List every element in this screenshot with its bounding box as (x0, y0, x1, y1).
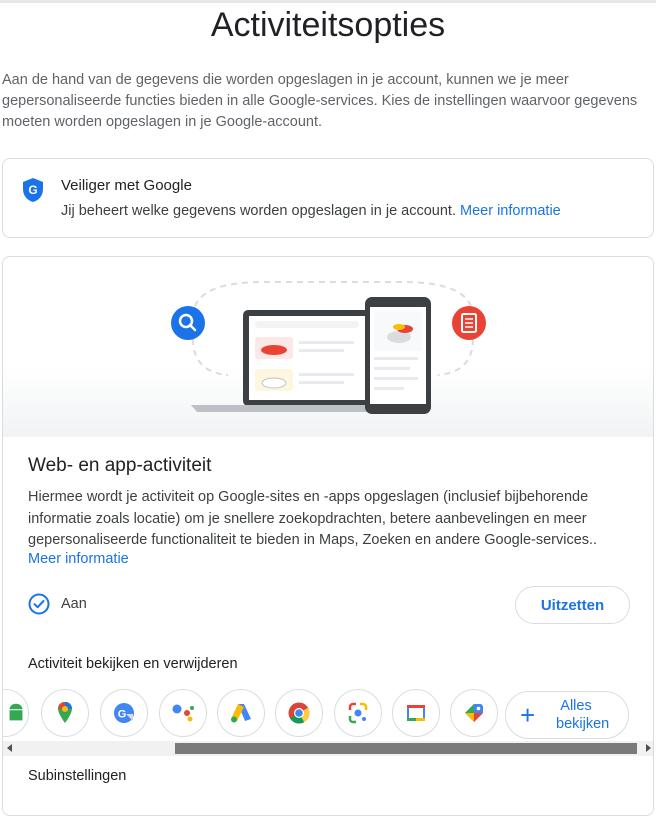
activity-more-info-link[interactable]: Meer informatie (28, 551, 129, 567)
scroll-left-arrow-icon[interactable] (7, 744, 12, 752)
app-chrome-button[interactable] (275, 689, 323, 737)
activity-status: Aan (61, 596, 87, 612)
description-line: informatie zoals locatie) om je snellere… (28, 510, 587, 527)
safer-card-title: Veiliger met Google (61, 177, 192, 194)
app-icon-strip: G + Alles bekijken (3, 689, 653, 741)
svg-text:G: G (28, 183, 37, 197)
web-app-activity-card: Web- en app-activiteit Hiermee wordt je … (2, 256, 654, 816)
maps-icon (58, 702, 72, 723)
safer-card-text: Jij beheert welke gegevens worden opgesl… (61, 203, 561, 219)
page-title: Activiteitsopties (210, 6, 446, 44)
scroll-right-arrow-icon[interactable] (646, 744, 651, 752)
see-all-label: Alles bekijken (556, 697, 609, 733)
subsettings-heading: Subinstellingen (28, 768, 127, 784)
plus-icon: + (520, 700, 536, 730)
app-assistant-button[interactable] (159, 689, 207, 737)
intro-line: gepersonaliseerde functies bieden in all… (2, 93, 638, 109)
shopping-icon (465, 704, 483, 722)
see-all-button[interactable]: + Alles bekijken (505, 691, 629, 739)
scrollbar-thumb[interactable] (175, 743, 637, 754)
calendar-icon (407, 705, 425, 721)
see-all-label-line: bekijken (556, 716, 610, 732)
activity-description: Hiermee wordt je activiteit op Google-si… (28, 487, 628, 552)
ads-icon (231, 704, 251, 723)
app-calendar-button[interactable] (392, 689, 440, 737)
safer-with-google-card: G Veiliger met Google Jij beheert welke … (2, 158, 654, 238)
view-delete-heading: Activiteit bekijken en verwijderen (28, 656, 238, 672)
translate-icon: G (114, 703, 134, 723)
app-lens-button[interactable] (334, 689, 382, 737)
description-line: gepersonaliseerde functionaliteit te bie… (28, 532, 598, 548)
svg-text:G: G (118, 709, 127, 721)
see-all-label-line: Alles (560, 698, 592, 714)
safer-card-body: Jij beheert welke gegevens worden opgesl… (61, 203, 456, 219)
chrome-icon (288, 702, 310, 724)
intro-line: moeten worden opgeslagen in je Google-ac… (2, 114, 323, 130)
turn-off-button[interactable]: Uitzetten (515, 586, 630, 624)
android-icon (9, 703, 23, 721)
app-maps-button[interactable] (41, 689, 89, 737)
check-circle-icon (28, 593, 50, 615)
description-line: Hiermee wordt je activiteit op Google-si… (28, 489, 589, 505)
shield-g-icon: G (23, 178, 43, 202)
assistant-icon (172, 704, 194, 722)
horizontal-scrollbar[interactable] (3, 741, 653, 756)
activity-illustration (3, 281, 653, 437)
lens-icon (348, 702, 368, 724)
intro-text: Aan de hand van de gegevens die worden o… (2, 70, 654, 133)
app-translate-button[interactable]: G (100, 689, 148, 737)
app-shopping-button[interactable] (450, 689, 498, 737)
intro-line: Aan de hand van de gegevens die worden o… (2, 72, 569, 88)
activity-title: Web- en app-activiteit (28, 455, 212, 476)
app-android-button[interactable] (3, 689, 29, 737)
safer-card-more-info-link[interactable]: Meer informatie (460, 203, 561, 219)
app-ads-button[interactable] (217, 689, 265, 737)
top-divider (0, 0, 656, 3)
